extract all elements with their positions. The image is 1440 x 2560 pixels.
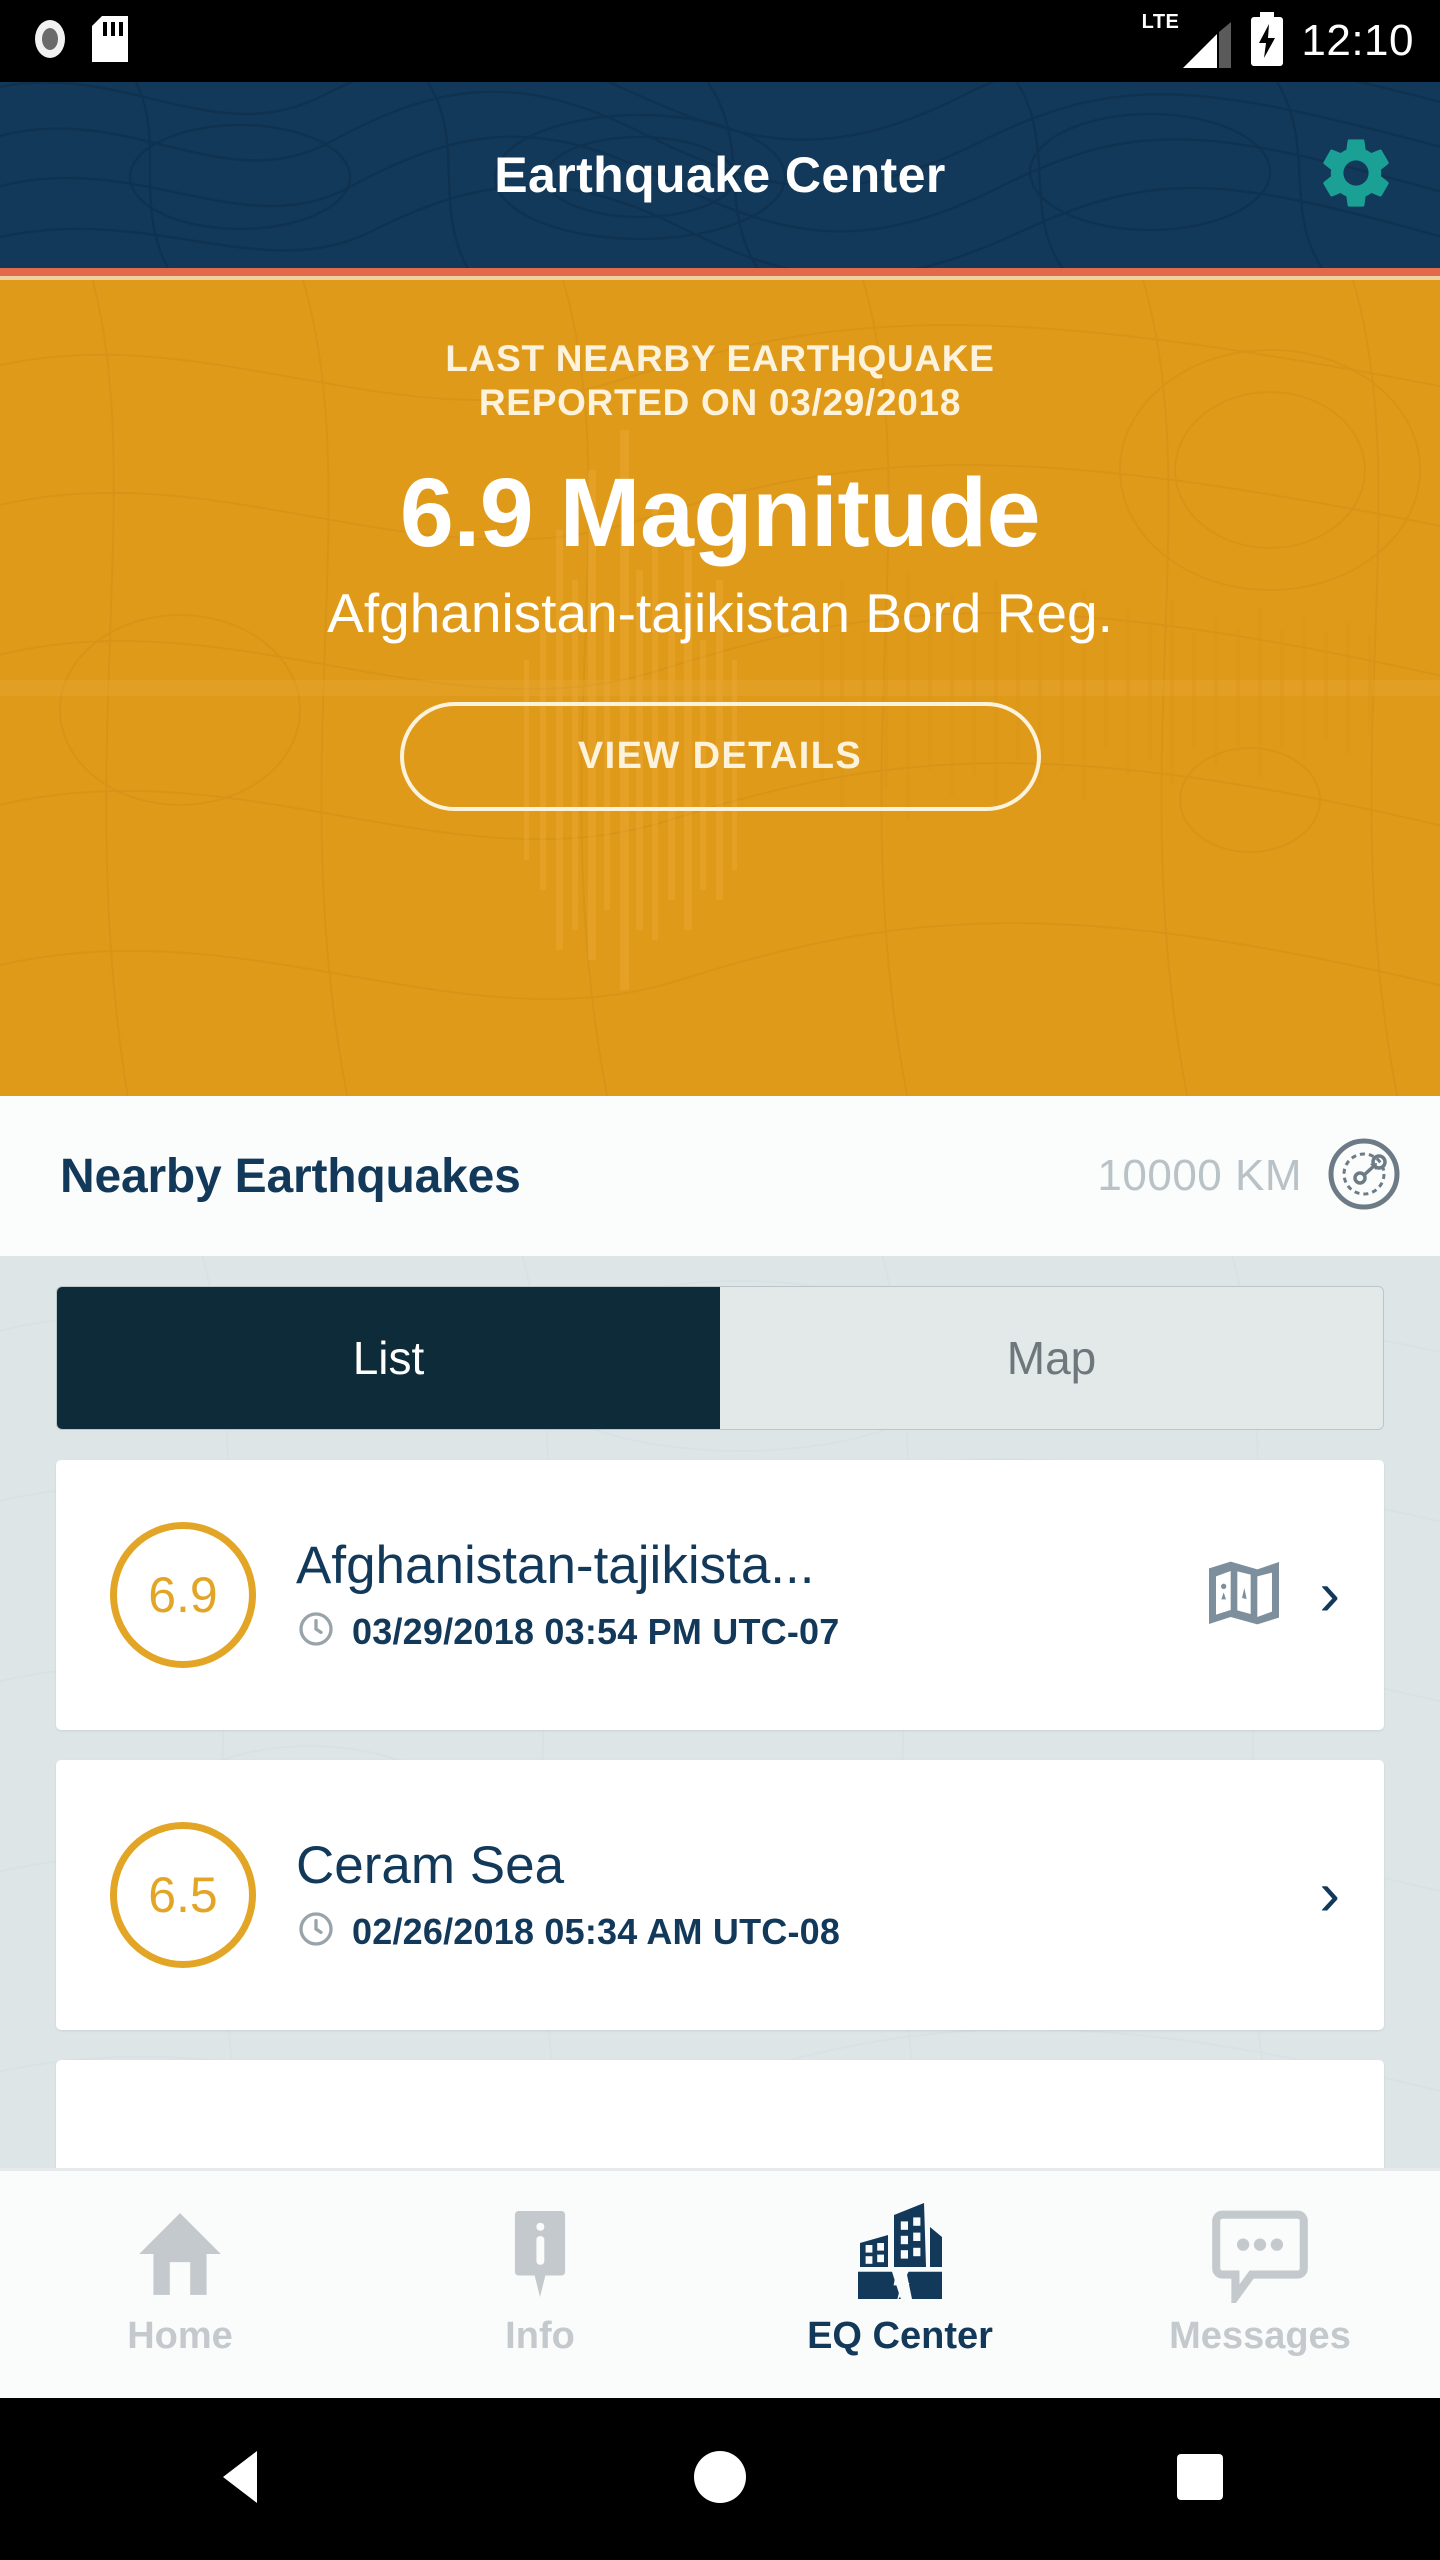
magnitude-badge: 6.9 — [110, 1522, 256, 1668]
status-bar-clock: 12:10 — [1301, 16, 1414, 65]
status-bar: LTE 12:10 — [0, 0, 1440, 82]
header-divider — [0, 268, 1440, 276]
nav-item-home[interactable]: Home — [0, 2171, 360, 2398]
recents-square-icon — [1174, 2451, 1226, 2508]
nav-label-info: Info — [505, 2315, 575, 2357]
nav-item-info[interactable]: Info — [360, 2171, 720, 2398]
magnitude-badge: 6.5 — [110, 1822, 256, 1968]
app-header: Earthquake Center — [0, 82, 1440, 268]
folded-map-icon[interactable] — [1203, 1553, 1285, 1638]
page-title: Earthquake Center — [494, 147, 946, 203]
phone-screen: LTE 12:10 Earthquake Center LAST NEARBY … — [0, 0, 1440, 2560]
tab-list[interactable]: List — [57, 1287, 720, 1429]
earthquake-datetime: 03/29/2018 03:54 PM UTC-07 — [352, 1610, 840, 1652]
lte-label: LTE — [1141, 11, 1180, 33]
chevron-right-icon[interactable]: › — [1319, 1564, 1340, 1626]
sd-card-icon — [92, 15, 128, 67]
earthquake-title: Afghanistan-tajikista... — [296, 1535, 815, 1595]
status-bar-right-icons: LTE 12:10 — [1142, 11, 1414, 71]
hero-kicker-line-1: LAST NEARBY EARTHQUAKE — [445, 338, 995, 379]
info-pin-icon — [497, 2199, 583, 2303]
list-map-tab-bar: List Map — [56, 1286, 1384, 1430]
nav-item-messages[interactable]: Messages — [1080, 2171, 1440, 2398]
android-navigation-bar — [0, 2398, 1440, 2560]
battery-charging-icon — [1249, 11, 1285, 71]
earthquake-list-item[interactable]: 6.5 Ceram Sea 02/26/2018 05:34 AM UTC-08… — [56, 1760, 1384, 2030]
settings-button[interactable] — [1310, 129, 1402, 221]
nearby-earthquakes-body: List Map 6.9 Afghanistan-tajikista... 03… — [0, 1256, 1440, 2168]
eq-building-icon — [848, 2199, 952, 2303]
earthquake-title: Ceram Sea — [296, 1835, 565, 1895]
search-radius-value: 10000 KM — [1097, 1151, 1302, 1200]
nav-label-home: Home — [127, 2315, 233, 2357]
nav-item-eq-center[interactable]: EQ Center — [720, 2171, 1080, 2398]
chevron-right-icon[interactable]: › — [1319, 1864, 1340, 1926]
android-home-button[interactable] — [480, 2448, 960, 2511]
earthquake-datetime: 02/26/2018 05:34 AM UTC-08 — [352, 1910, 841, 1952]
gear-icon — [1314, 131, 1398, 220]
status-bar-left-icons — [30, 15, 128, 67]
camera-icon — [30, 17, 70, 66]
section-title: Nearby Earthquakes — [60, 1149, 521, 1203]
bottom-navigation-bar: Home Info EQ Center Messages — [0, 2168, 1440, 2398]
hero-magnitude: 6.9 Magnitude — [399, 458, 1041, 568]
hero-location: Afghanistan-tajikistan Bord Reg. — [327, 582, 1113, 645]
tab-map[interactable]: Map — [720, 1287, 1383, 1429]
search-radius-button[interactable] — [1326, 1138, 1402, 1214]
nav-label-messages: Messages — [1169, 2315, 1351, 2357]
lte-signal-icon: LTE — [1142, 12, 1234, 70]
android-recents-button[interactable] — [960, 2451, 1440, 2508]
latest-earthquake-hero: LAST NEARBY EARTHQUAKE REPORTED ON 03/29… — [0, 280, 1440, 1096]
view-details-button[interactable]: VIEW DETAILS — [399, 701, 1041, 811]
clock-icon — [296, 1609, 336, 1654]
earthquake-list-item[interactable]: 6.9 Afghanistan-tajikista... 03/29/2018 … — [56, 1460, 1384, 1730]
nearby-section-header: Nearby Earthquakes 10000 KM — [0, 1096, 1440, 1256]
nav-label-eq-center: EQ Center — [807, 2315, 993, 2357]
message-icon — [1210, 2199, 1310, 2303]
home-circle-icon — [691, 2448, 749, 2511]
earthquake-list-item-partial[interactable] — [56, 2060, 1384, 2168]
back-triangle-icon — [213, 2448, 267, 2511]
radar-radius-icon — [1327, 1137, 1401, 1216]
hero-kicker-line-2: REPORTED ON 03/29/2018 — [478, 381, 962, 423]
android-back-button[interactable] — [0, 2448, 480, 2511]
home-icon — [131, 2199, 229, 2303]
clock-icon — [296, 1909, 336, 1954]
